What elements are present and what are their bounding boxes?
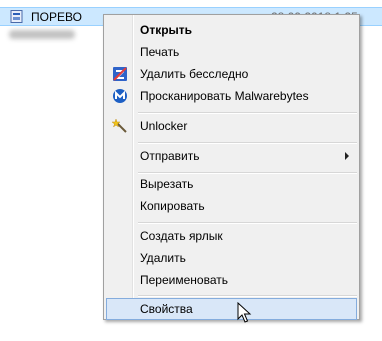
menu-item-properties[interactable]: Свойства <box>106 298 357 320</box>
mouse-pointer-icon <box>237 302 252 323</box>
menu-item-label: Копировать <box>140 199 205 213</box>
menu-item-label: Вырезать <box>140 177 194 191</box>
menu-item-unlocker[interactable]: Unlocker <box>106 115 357 137</box>
menu-item-label: Удалить <box>140 251 186 265</box>
z-shredder-icon <box>113 67 127 81</box>
menu-separator <box>138 112 357 114</box>
menu-item-label: Удалить бесследно <box>140 67 249 81</box>
file-icon <box>10 10 23 23</box>
menu-item-label: Переименовать <box>140 273 228 287</box>
menu-item-label: Печать <box>140 45 180 59</box>
menu-item-copy[interactable]: Копировать <box>106 195 357 217</box>
menu-item-label: Свойства <box>140 302 193 316</box>
menu-item-create-shortcut[interactable]: Создать ярлык <box>106 225 357 247</box>
menu-item-open[interactable]: Открыть <box>106 19 357 41</box>
menu-item-send-to[interactable]: Отправить <box>106 145 357 167</box>
menu-separator <box>138 295 357 297</box>
context-menu: Открыть Печать Удалить бесследно Проскан… <box>103 14 360 320</box>
menu-separator <box>138 142 357 144</box>
menu-item-label: Создать ярлык <box>140 229 223 243</box>
menu-item-malwarebytes[interactable]: Просканировать Malwarebytes <box>106 85 357 107</box>
menu-item-print[interactable]: Печать <box>106 41 357 63</box>
menu-item-label: Открыть <box>140 23 193 37</box>
menu-item-label: Unlocker <box>140 119 188 133</box>
malwarebytes-icon <box>113 89 127 103</box>
menu-item-delete[interactable]: Удалить <box>106 247 357 269</box>
menu-item-secure-delete[interactable]: Удалить бесследно <box>106 63 357 85</box>
menu-separator <box>138 222 357 224</box>
submenu-arrow-icon <box>345 152 349 160</box>
menu-item-label: Отправить <box>140 149 200 163</box>
menu-item-cut[interactable]: Вырезать <box>106 173 357 195</box>
menu-item-label: Просканировать Malwarebytes <box>140 89 309 103</box>
blurred-text <box>9 30 75 39</box>
file-name: ПОРЕВО <box>31 10 82 24</box>
menu-item-rename[interactable]: Переименовать <box>106 269 357 291</box>
unlocker-wand-icon <box>112 118 127 133</box>
